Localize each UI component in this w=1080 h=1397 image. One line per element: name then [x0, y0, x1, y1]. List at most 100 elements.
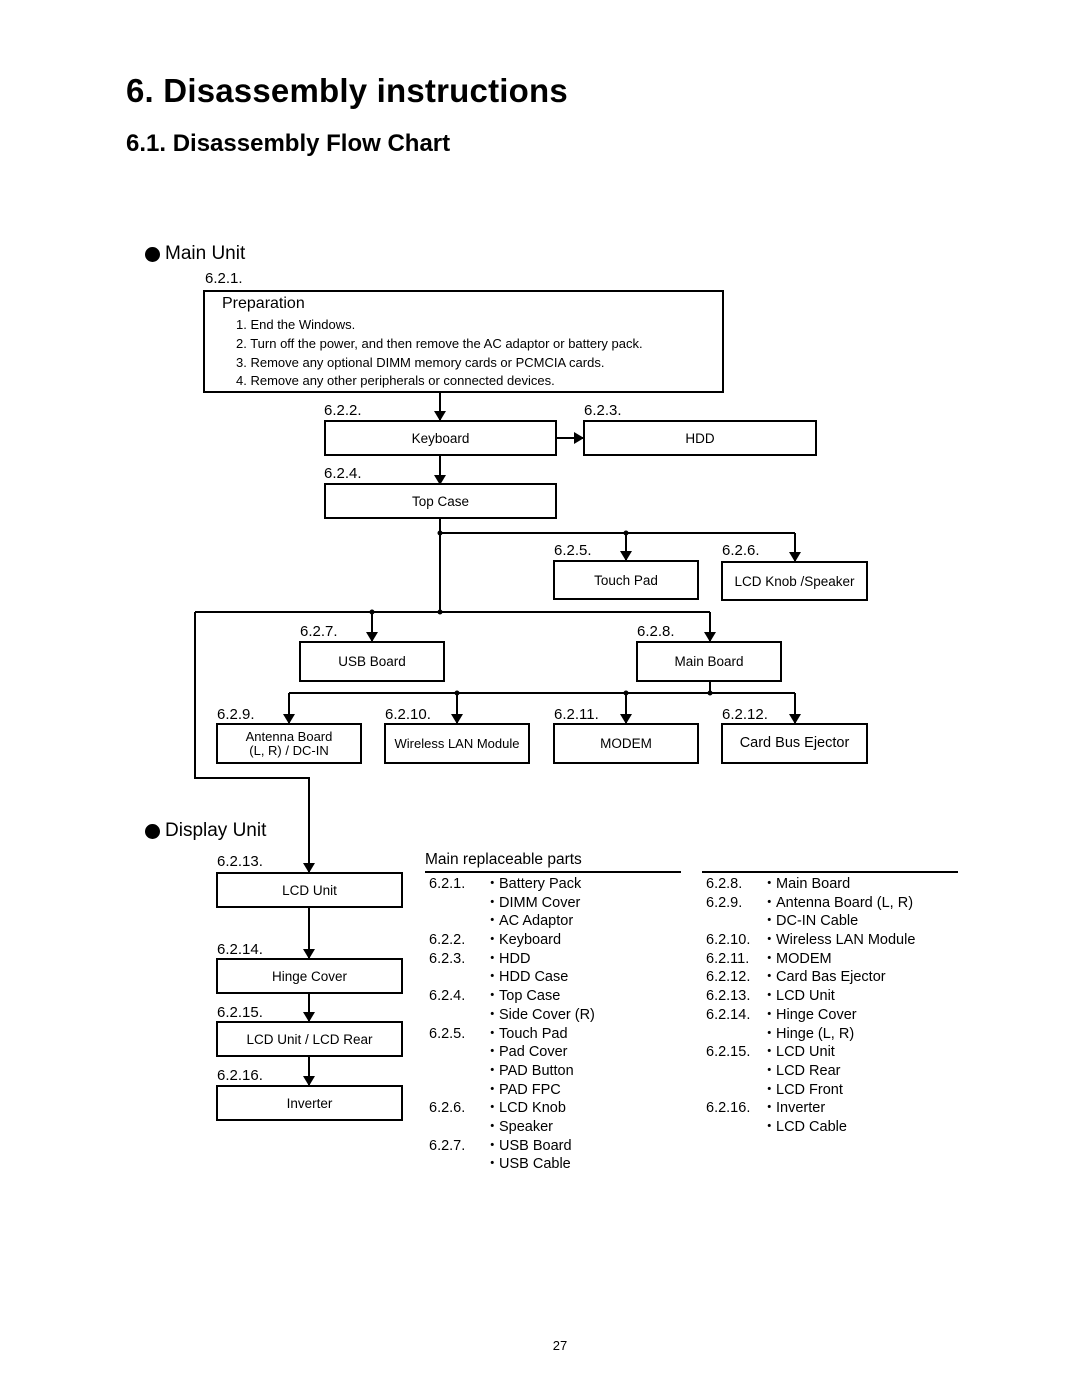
junction-dot: [437, 530, 443, 536]
parts-row: ・ LCD Front: [706, 1081, 915, 1100]
parts-row: 6.2.9. ・ Antenna Board (L, R): [706, 894, 915, 913]
parts-item: PAD FPC: [499, 1081, 561, 1098]
node-keyboard: Keyboard: [324, 420, 557, 456]
parts-section-number: [706, 1081, 762, 1100]
step-number: 6.2.6.: [722, 542, 760, 559]
step-number: 6.2.5.: [554, 542, 592, 559]
parts-section-number: 6.2.8.: [706, 876, 743, 892]
bullet-icon: ・: [762, 1006, 777, 1023]
bullet-icon: ・: [485, 1081, 500, 1098]
parts-row: 6.2.15. ・ LCD Unit: [706, 1043, 915, 1062]
node-lcd-knob-speaker: LCD Knob /Speaker: [721, 561, 868, 601]
preparation-step: 4. Remove any other peripherals or conne…: [236, 373, 555, 389]
bullet-icon: ・: [762, 932, 777, 949]
bullet-icon: ・: [762, 913, 777, 930]
parts-item: AC Adaptor: [499, 913, 574, 930]
parts-item: Wireless LAN Module: [776, 932, 916, 949]
bullet-icon: [145, 246, 160, 262]
parts-item: Keyboard: [499, 932, 562, 949]
parts-heading: Main replaceable parts: [425, 851, 582, 868]
parts-section-number: 6.2.16.: [706, 1100, 751, 1117]
bullet-icon: ・: [485, 1025, 500, 1042]
parts-section-number: [429, 1062, 485, 1081]
step-number: 6.2.11.: [554, 706, 599, 723]
parts-item: HDD Case: [499, 969, 569, 986]
parts-section-number: 6.2.9.: [706, 894, 743, 911]
flow-connectors: [194, 392, 801, 1086]
parts-section-number: 6.2.2.: [429, 932, 466, 949]
parts-section-number: 6.2.5.: [429, 1025, 466, 1042]
parts-row: ・ Speaker: [429, 1118, 595, 1137]
parts-section-number: [706, 1118, 762, 1137]
node-label-line: (L, R) / DC-IN: [249, 742, 329, 758]
bullet-icon: ・: [485, 876, 500, 892]
parts-section-number: [429, 1043, 485, 1062]
parts-rule-left: [425, 871, 681, 873]
parts-row: 6.2.6. ・ LCD Knob: [429, 1099, 595, 1118]
parts-section-number: 6.2.14.: [706, 1006, 751, 1023]
node-label-line: Antenna Board: [245, 728, 333, 744]
parts-row: ・ PAD FPC: [429, 1081, 595, 1100]
preparation-step: 2. Turn off the power, and then remove t…: [236, 335, 643, 351]
parts-item: Top Case: [499, 988, 561, 1005]
bullet-icon: ・: [485, 1100, 500, 1117]
node-touch-pad: Touch Pad: [553, 560, 699, 600]
parts-row: ・ DC-IN Cable: [706, 912, 915, 931]
parts-item: LCD Unit: [776, 988, 835, 1005]
parts-item: LCD Cable: [776, 1118, 847, 1135]
bullet-icon: ・: [485, 969, 500, 986]
parts-row: ・ USB Cable: [429, 1155, 595, 1174]
parts-item: Main Board: [776, 876, 851, 892]
junction-dot: [454, 690, 460, 696]
parts-item: LCD Front: [776, 1081, 843, 1098]
parts-item: Pad Cover: [499, 1044, 568, 1061]
main-unit-heading: Main Unit: [145, 243, 245, 265]
parts-row: 6.2.2. ・ Keyboard: [429, 931, 595, 950]
step-number: 6.2.7.: [300, 623, 338, 640]
parts-section-number: [706, 912, 762, 931]
node-antenna-board: Antenna Board (L, R) / DC-IN: [216, 723, 362, 764]
bullet-icon: ・: [485, 1044, 500, 1061]
junction-dot: [623, 690, 629, 696]
step-number: 6.2.14.: [217, 941, 263, 958]
parts-row: ・ LCD Cable: [706, 1118, 915, 1137]
parts-section-number: [706, 1025, 762, 1044]
preparation-box: Preparation 1. End the Windows. 2. Turn …: [203, 290, 724, 393]
parts-row: 6.2.16. ・ Inverter: [706, 1099, 915, 1118]
parts-item: DIMM Cover: [499, 894, 581, 911]
parts-rule-right: [702, 871, 958, 873]
step-number: 6.2.4.: [324, 465, 362, 482]
node-main-board: Main Board: [636, 641, 782, 682]
parts-section-number: [429, 912, 485, 931]
parts-list-left: 6.2.1. ・ Battery Pack ・ DIMM Cover ・ AC Adapto…: [429, 875, 595, 1174]
bullet-icon: ・: [762, 969, 777, 986]
parts-section-number: [429, 1081, 485, 1100]
step-number: 6.2.2.: [324, 402, 362, 419]
bullet-icon: ・: [762, 1081, 777, 1098]
node-lcd-unit: LCD Unit: [216, 872, 403, 908]
step-number: 6.2.8.: [637, 623, 675, 640]
parts-item: LCD Knob: [499, 1100, 566, 1117]
parts-section-number: 6.2.7.: [429, 1137, 466, 1154]
parts-section-number: [706, 1062, 762, 1081]
junction-dot: [369, 609, 375, 615]
parts-row: 6.2.5. ・ Touch Pad: [429, 1025, 595, 1044]
parts-row: 6.2.14. ・ Hinge Cover: [706, 1006, 915, 1025]
main-unit-label: Main Unit: [165, 243, 246, 264]
parts-item: USB Board: [499, 1137, 572, 1154]
node-modem: MODEM: [553, 723, 699, 764]
bullet-icon: ・: [762, 950, 777, 967]
parts-item: Inverter: [776, 1100, 826, 1117]
parts-section-number: 6.2.13.: [706, 988, 751, 1005]
bullet-icon: ・: [485, 1156, 500, 1173]
parts-item: Card Bas Ejector: [776, 969, 886, 986]
bullet-icon: ・: [485, 1006, 500, 1023]
step-number: 6.2.9.: [217, 706, 255, 723]
parts-section-number: [429, 1118, 485, 1137]
parts-section-number: 6.2.12.: [706, 969, 751, 986]
parts-item: Side Cover (R): [499, 1006, 595, 1023]
bullet-icon: ・: [762, 894, 777, 911]
parts-item: DC-IN Cable: [776, 913, 859, 930]
parts-item: Speaker: [499, 1118, 554, 1135]
parts-item: Hinge Cover: [776, 1006, 857, 1023]
